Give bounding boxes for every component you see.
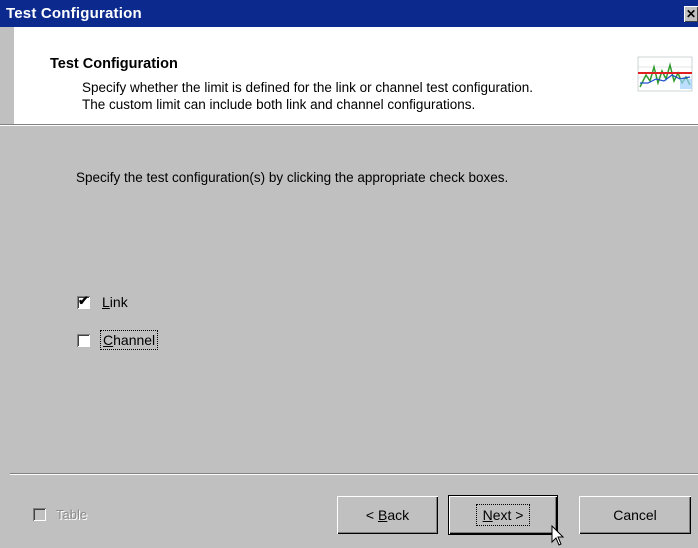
- cancel-button[interactable]: Cancel: [579, 496, 691, 534]
- next-button-label: Next >: [475, 504, 531, 526]
- channel-label[interactable]: Channel: [99, 330, 159, 350]
- header-description-line-2: The custom limit can include both link a…: [82, 97, 476, 112]
- link-label[interactable]: Link: [102, 294, 128, 310]
- header-title: Test Configuration: [50, 56, 178, 72]
- wizard-header: Test Configuration Specify whether the l…: [14, 27, 698, 124]
- header-description: Specify whether the limit is defined for…: [82, 79, 642, 113]
- window-title: Test Configuration: [6, 5, 142, 22]
- header-separator: [0, 124, 698, 126]
- close-icon: ✕: [685, 7, 697, 21]
- table-label: Table: [56, 507, 88, 522]
- back-button[interactable]: < Back: [337, 496, 438, 534]
- close-button[interactable]: ✕: [684, 6, 698, 22]
- mouse-cursor-icon: [551, 525, 565, 546]
- channel-checkbox[interactable]: [77, 333, 90, 347]
- link-checkbox[interactable]: ✔: [77, 292, 90, 309]
- instruction-text: Specify the test configuration(s) by cli…: [76, 170, 509, 185]
- table-checkbox: [33, 508, 46, 521]
- back-button-label: < Back: [365, 507, 410, 523]
- test-configuration-dialog: Test Configuration ✕ Test Configuration …: [0, 0, 698, 548]
- checkmark-icon: ✔: [78, 292, 89, 308]
- logo-chart-graphic: [637, 56, 693, 92]
- header-left-strip: [0, 27, 14, 124]
- link-option[interactable]: ✔ Link: [77, 292, 128, 312]
- header-description-line-1: Specify whether the limit is defined for…: [82, 80, 533, 95]
- wizard-chart-logo-icon: [636, 39, 698, 107]
- next-button[interactable]: Next >: [449, 496, 557, 534]
- footer-separator: [10, 473, 698, 475]
- channel-option[interactable]: Channel: [77, 330, 159, 350]
- title-bar[interactable]: Test Configuration ✕: [0, 0, 698, 27]
- table-option: Table: [33, 507, 87, 522]
- cancel-button-label: Cancel: [613, 507, 657, 523]
